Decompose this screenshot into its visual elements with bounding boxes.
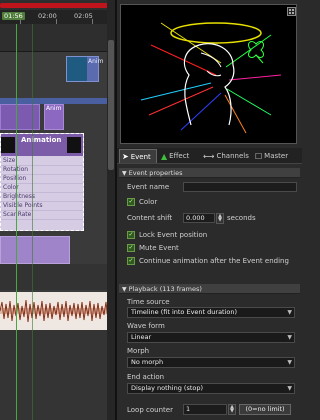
clip-thumbnail (67, 137, 81, 153)
properties-tab-bar: ➤ Event ▲ Effect ⟷ Channels ☐ Master (117, 148, 302, 164)
event-properties-header[interactable]: ▼ Event properties (119, 168, 300, 178)
dropdown-value: Display nothing (stop) (131, 384, 204, 392)
chevron-down-icon: ▼ (287, 309, 292, 316)
mute-event-checkbox[interactable]: ✓ (127, 244, 135, 252)
morph-label: Morph (127, 347, 150, 355)
collapse-triangle-icon: ▼ (122, 170, 127, 177)
clip-property-row[interactable]: Color (1, 184, 83, 193)
clip-property-row[interactable]: Position (1, 175, 83, 184)
tab-event[interactable]: ➤ Event (119, 149, 157, 163)
clip-property-row[interactable]: Brightness (1, 193, 83, 202)
effect-icon: ▲ (161, 151, 168, 161)
timeline-panel[interactable]: 01:56 02:00 02:05 Anim Anim Animation Si… (0, 0, 115, 420)
clip-label: Animation (21, 136, 62, 144)
tab-label: Channels (216, 152, 249, 160)
scrollbar-thumb[interactable] (108, 40, 114, 170)
clip-property-row[interactable]: Rotation (1, 166, 83, 175)
tick-mark (56, 19, 57, 24)
continue-animation-checkbox[interactable]: ✓ (127, 257, 135, 265)
clip-label: Anim (88, 58, 104, 65)
end-action-dropdown[interactable]: Display nothing (stop) ▼ (127, 383, 295, 394)
clip-property-row[interactable]: ScanRate (1, 211, 83, 220)
event-name-label: Event name (127, 183, 170, 191)
clip-property-row[interactable]: Size (1, 157, 83, 166)
tab-channels[interactable]: ⟷ Channels (201, 149, 251, 163)
wave-form-label: Wave form (127, 322, 165, 330)
chevron-down-icon: ▼ (287, 334, 292, 341)
content-shift-spinner[interactable]: ▲ ▼ (216, 213, 224, 224)
properties-panel: ➤ Event ▲ Effect ⟷ Channels ☐ Master ▼ Ev… (115, 0, 302, 420)
clip-thumbnail (1, 137, 15, 153)
tick-mark (92, 19, 93, 24)
track-lane[interactable] (0, 264, 115, 290)
chevron-down-icon: ▼ (287, 359, 292, 366)
tick-mark (20, 19, 21, 24)
color-checkbox[interactable]: ✓ (127, 198, 135, 206)
playback-marker[interactable] (32, 24, 33, 420)
timeline-clip[interactable]: Anim (66, 56, 103, 82)
mute-event-label: Mute Event (139, 244, 179, 252)
time-source-dropdown[interactable]: Timeline (fit into Event duration) ▼ (127, 307, 295, 318)
chevron-down-icon: ▼ (287, 385, 292, 392)
content-shift-unit: seconds (227, 214, 256, 222)
timeline-range-bar[interactable] (0, 3, 112, 8)
clip-label: Anim (46, 105, 62, 112)
content-shift-label: Content shift (127, 214, 173, 222)
master-icon: ☐ (255, 151, 263, 161)
grid-menu-icon[interactable] (287, 7, 296, 16)
content-shift-input[interactable]: 0.000 (183, 213, 215, 223)
timeline-ruler[interactable]: 01:56 02:00 02:05 (0, 0, 115, 52)
playback-header[interactable]: ▼ Playback (113 frames) (119, 284, 300, 294)
tab-label: Event (130, 152, 151, 161)
animation-clip-header[interactable]: Animation (1, 134, 83, 156)
cursor-icon: ➤ (122, 152, 129, 161)
timeline-clip[interactable]: Anim (44, 104, 64, 130)
laser-preview[interactable] (120, 4, 297, 144)
lock-position-checkbox[interactable]: ✓ (127, 231, 135, 239)
lock-position-label: Lock Event position (139, 231, 208, 239)
channels-icon: ⟷ (203, 151, 215, 161)
loop-counter-label: Loop counter (127, 406, 173, 414)
clip-property-row[interactable]: Visible Points (1, 202, 83, 211)
laser-preview-graphic (140, 22, 282, 134)
loop-counter-spinner[interactable]: ▲ ▼ (228, 404, 236, 415)
end-action-label: End action (127, 373, 165, 381)
wave-form-dropdown[interactable]: Linear ▼ (127, 332, 295, 343)
dropdown-value: Linear (131, 333, 152, 341)
continue-animation-label: Continue animation after the Event endin… (139, 257, 289, 265)
clip-thumbnail (67, 57, 87, 81)
tick-label: 02:05 (74, 12, 93, 20)
current-time-marker[interactable]: 01:56 (2, 12, 25, 20)
tab-master[interactable]: ☐ Master (253, 149, 299, 163)
section-title: Playback (113 frames) (128, 285, 202, 293)
animation-clip-selected[interactable]: Animation Size Rotation Position Color B… (0, 133, 84, 231)
playhead[interactable] (16, 24, 17, 420)
audio-waveform (0, 299, 115, 323)
section-title: Event properties (128, 169, 183, 177)
color-label: Color (139, 198, 158, 206)
track-lane[interactable] (0, 330, 115, 420)
tab-label: Master (264, 152, 289, 160)
loop-counter-input[interactable]: 1 (183, 404, 227, 415)
event-name-field[interactable] (183, 182, 297, 192)
dropdown-value: No morph (131, 358, 164, 366)
dropdown-value: Timeline (fit into Event duration) (131, 308, 238, 316)
time-scale[interactable]: 01:56 02:00 02:05 (0, 10, 115, 24)
tab-effect[interactable]: ▲ Effect (159, 149, 199, 163)
tick-label: 02:00 (38, 12, 57, 20)
timeline-clip[interactable] (0, 236, 70, 264)
morph-dropdown[interactable]: No morph ▼ (127, 357, 295, 368)
audio-track[interactable] (0, 292, 115, 330)
time-source-label: Time source (127, 298, 170, 306)
tab-label: Effect (169, 152, 190, 160)
timeline-clip[interactable] (0, 104, 40, 130)
collapse-triangle-icon: ▼ (122, 286, 127, 293)
no-limit-button[interactable]: (0=no limit) (239, 404, 291, 415)
